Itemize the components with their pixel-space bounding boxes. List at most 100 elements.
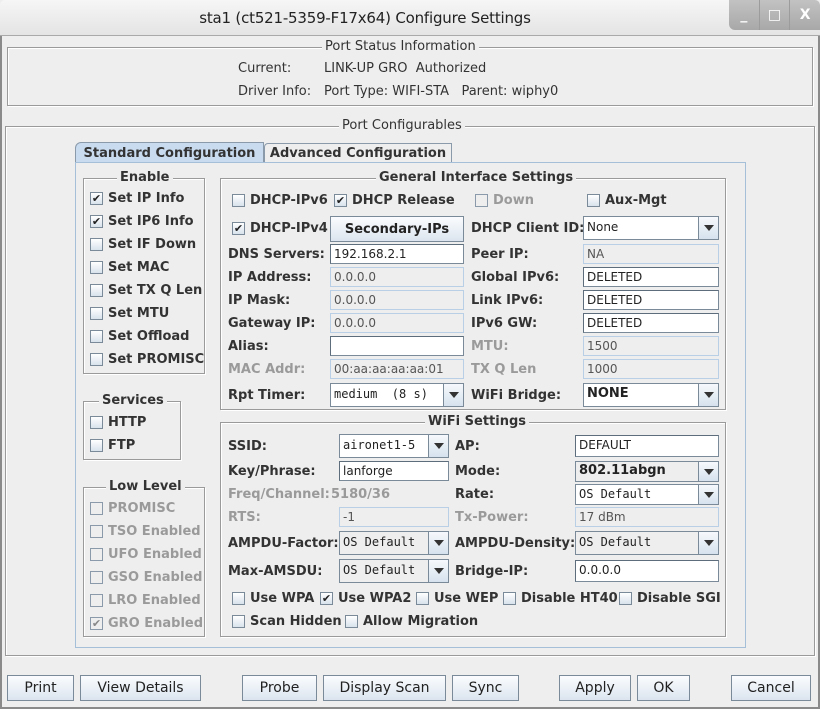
key-phrase-input[interactable]: lanforge — [339, 461, 449, 481]
mode-label: Mode: — [455, 464, 501, 479]
ipv6-gw-input[interactable]: DELETED — [583, 313, 719, 333]
dns-servers-input[interactable]: 192.168.2.1 — [330, 244, 464, 264]
checkbox-label: Set MAC — [108, 260, 170, 275]
checkbox-box — [345, 615, 358, 628]
set-tx-q-len-checkbox[interactable]: Set TX Q Len — [90, 283, 202, 298]
display-scan-button[interactable]: Display Scan — [323, 675, 446, 701]
set-ip-info-checkbox[interactable]: ✔ Set IP Info — [90, 191, 185, 206]
ip-address-field: 0.0.0.0 — [330, 267, 464, 287]
dhcp-release-checkbox[interactable]: ✔ DHCP Release — [334, 193, 455, 208]
checkbox-box — [90, 284, 103, 297]
ampdu-factor-select[interactable]: OS Default — [339, 531, 449, 555]
checkbox-box: ✔ — [90, 192, 103, 205]
mac-addr-label: MAC Addr: — [228, 362, 306, 377]
maximize-button[interactable]: □ — [758, 0, 790, 30]
close-button[interactable]: X — [789, 0, 820, 30]
minimize-button[interactable]: _ — [729, 0, 759, 30]
rate-label: Rate: — [455, 487, 495, 502]
checkbox-box — [90, 261, 103, 274]
window-title: sta1 (ct521-5359-F17x64) Configure Setti… — [199, 9, 531, 27]
gro-enabled-checkbox: ✔ GRO Enabled — [90, 616, 203, 631]
dhcp-ipv4-checkbox[interactable]: ✔ DHCP-IPv4 — [232, 221, 328, 236]
key-phrase-label: Key/Phrase: — [228, 464, 316, 479]
use-wep-checkbox[interactable]: Use WEP — [416, 591, 498, 606]
dhcp-ipv6-checkbox[interactable]: DHCP-IPv6 — [232, 193, 328, 208]
tx-q-len-field: 1000 — [583, 359, 719, 379]
ip-address-label: IP Address: — [228, 270, 312, 285]
checkbox-box — [90, 594, 103, 607]
ampdu-density-select[interactable]: OS Default — [575, 531, 719, 555]
ssid-select[interactable]: aironet1-5 — [339, 434, 449, 458]
checkbox-box — [232, 592, 245, 605]
wifi-bridge-select[interactable]: NONE — [583, 383, 719, 407]
checkbox-label: Set IP6 Info — [108, 214, 194, 229]
dhcp-client-id-label: DHCP Client ID: — [471, 221, 585, 236]
tab-standard-configuration[interactable]: Standard Configuration — [75, 142, 264, 163]
select-value: OS Default — [343, 563, 416, 577]
sync-button[interactable]: Sync — [452, 675, 519, 701]
set-mtu-checkbox[interactable]: Set MTU — [90, 306, 169, 321]
use-wpa-checkbox[interactable]: Use WPA — [232, 591, 314, 606]
checkbox-box — [90, 307, 103, 320]
select-value: OS Default — [343, 535, 416, 549]
bridge-ip-input[interactable]: 0.0.0.0 — [575, 560, 719, 582]
aux-mgt-checkbox[interactable]: Aux-Mgt — [587, 193, 667, 208]
freq-channel-value: 5180/36 — [331, 487, 391, 502]
link-ipv6-input[interactable]: DELETED — [583, 290, 719, 310]
select-value: NONE — [587, 386, 629, 401]
chevron-down-icon — [698, 384, 718, 406]
ufo-enabled-checkbox: UFO Enabled — [90, 547, 202, 562]
ftp-checkbox[interactable]: FTP — [90, 438, 135, 453]
scan-hidden-checkbox[interactable]: Scan Hidden — [232, 614, 342, 629]
ap-input[interactable]: DEFAULT — [575, 435, 719, 457]
checkbox-label: Down — [493, 193, 534, 208]
probe-button[interactable]: Probe — [242, 675, 317, 701]
set-if-down-checkbox[interactable]: Set IF Down — [90, 237, 196, 252]
mode-select[interactable]: 802.11abgn — [575, 461, 719, 482]
set-mac-checkbox[interactable]: Set MAC — [90, 260, 169, 275]
ip-mask-field: 0.0.0.0 — [330, 290, 464, 310]
checkbox-box: ✔ — [232, 222, 245, 235]
rate-select[interactable]: OS Default — [575, 484, 719, 505]
checkbox-label: Set MTU — [108, 306, 170, 321]
use-wpa2-checkbox[interactable]: ✔ Use WPA2 — [320, 591, 411, 606]
general-settings-title: General Interface Settings — [376, 170, 577, 185]
checkbox-label: Set Offload — [108, 329, 190, 344]
select-value: None — [587, 220, 619, 234]
checkbox-box — [232, 194, 245, 207]
apply-button[interactable]: Apply — [559, 675, 631, 701]
driver-info-label: Driver Info: — [238, 84, 312, 99]
set-ip6-info-checkbox[interactable]: ✔ Set IP6 Info — [90, 214, 194, 229]
tso-enabled-checkbox: TSO Enabled — [90, 524, 201, 539]
tab-advanced-configuration[interactable]: Advanced Configuration — [264, 143, 452, 163]
set-promisc-checkbox[interactable]: Set PROMISC — [90, 352, 204, 367]
rts-field: -1 — [339, 507, 449, 527]
mac-addr-field: 00:aa:aa:aa:aa:01 — [330, 359, 464, 379]
ok-button[interactable]: OK — [637, 675, 690, 701]
select-value: OS Default — [579, 487, 652, 501]
chevron-down-icon — [698, 462, 718, 481]
max-amsdu-select[interactable]: OS Default — [339, 559, 449, 583]
checkbox-box — [90, 571, 103, 584]
view-details-button[interactable]: View Details — [80, 675, 201, 701]
port-configurables-title: Port Configurables — [339, 118, 465, 133]
dhcp-client-id-select[interactable]: None — [583, 216, 719, 240]
secondary-ips-button[interactable]: Secondary-IPs — [330, 216, 464, 242]
select-value: 802.11abgn — [579, 463, 666, 478]
print-button[interactable]: Print — [7, 675, 74, 701]
cancel-button[interactable]: Cancel — [731, 675, 811, 701]
disable-sgi-checkbox[interactable]: Disable SGI — [619, 591, 721, 606]
allow-migration-checkbox[interactable]: Allow Migration — [345, 614, 478, 629]
driver-info-value: Port Type: WIFI-STA Parent: wiphy0 — [324, 84, 559, 99]
global-ipv6-input[interactable]: DELETED — [583, 267, 719, 287]
bridge-ip-label: Bridge-IP: — [455, 564, 529, 579]
checkbox-label: FTP — [108, 438, 136, 453]
rpt-timer-select[interactable]: medium (8 s) — [330, 383, 464, 407]
gateway-ip-label: Gateway IP: — [228, 316, 316, 331]
http-checkbox[interactable]: HTTP — [90, 415, 146, 430]
set-offload-checkbox[interactable]: Set Offload — [90, 329, 190, 344]
checkbox-label: LRO Enabled — [108, 593, 201, 608]
disable-ht40-checkbox[interactable]: Disable HT40 — [503, 591, 618, 606]
alias-input[interactable] — [330, 336, 464, 356]
checkbox-box — [416, 592, 429, 605]
